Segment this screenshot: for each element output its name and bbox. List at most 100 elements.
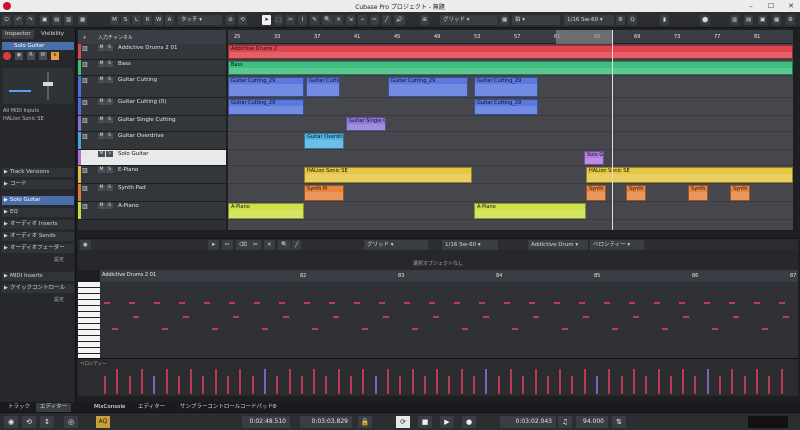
timewarp-tool-icon[interactable]: ⌁ (358, 15, 367, 25)
velocity-bar[interactable] (645, 376, 648, 394)
rightzone-toggle-icon[interactable]: ▦ (772, 15, 782, 25)
track-row[interactable]: ▥ M S Bass (78, 60, 226, 76)
midi-note[interactable] (504, 302, 510, 304)
automation-button[interactable]: A (165, 15, 174, 25)
mute-button[interactable]: M (98, 45, 105, 51)
midi-part[interactable]: Synth Pi (304, 185, 344, 201)
midi-note[interactable] (629, 302, 635, 304)
split-tool-icon[interactable]: ✂ (286, 15, 295, 25)
midi-part[interactable]: Synth Pi (586, 185, 606, 201)
midi-input-field[interactable]: All MIDI Inputs (3, 108, 73, 115)
draw-tool-icon[interactable]: ✏ (370, 15, 379, 25)
listen-state-button[interactable]: L (132, 15, 141, 25)
rack-icon[interactable]: ▦ (78, 15, 88, 25)
zoom-tool-icon[interactable]: 🔍 (322, 15, 333, 25)
midi-note[interactable] (512, 328, 518, 330)
edit-instrument-icon[interactable]: e (51, 52, 59, 60)
editor-ruler[interactable]: Addictive Drums 2 01 82838485868788 (100, 270, 798, 282)
right-locator[interactable]: 0:03:03.829 (300, 416, 352, 428)
tempo-display[interactable]: 94.000 (576, 416, 608, 428)
fader-handle[interactable] (43, 82, 53, 86)
section-instrument[interactable]: ▶ Solo Guitar (2, 196, 74, 205)
velocity-bar[interactable] (399, 376, 402, 394)
section-audio-inserts[interactable]: ▶ オーディオ Inserts (2, 220, 74, 229)
track-name[interactable]: Bass (118, 61, 131, 67)
playhead[interactable] (612, 30, 613, 230)
velocity-bar[interactable] (300, 376, 303, 394)
midi-part[interactable]: Guitar Cutting_29 (228, 77, 304, 97)
velocity-bar[interactable] (497, 376, 500, 394)
track-name[interactable]: E-Piano (118, 167, 138, 173)
metronome-icon[interactable]: ♫ (558, 416, 572, 428)
solo-button[interactable]: S (106, 61, 113, 67)
monitor-icon[interactable]: ◉ (15, 52, 23, 60)
velocity-bar[interactable] (706, 369, 709, 394)
line-tool-icon[interactable]: ╱ (292, 240, 302, 250)
quantize-apply-icon[interactable]: Q (628, 15, 637, 25)
midi-note[interactable] (529, 302, 535, 304)
velocity-bar[interactable] (386, 369, 389, 394)
redo-icon[interactable]: ↷ (26, 15, 35, 25)
velocity-bar[interactable] (251, 376, 254, 394)
velocity-bar[interactable] (460, 369, 463, 394)
output-field[interactable]: HALion Sonic SE (3, 116, 73, 123)
solo-button[interactable]: S (106, 133, 113, 139)
track-row[interactable]: ▥ M S Guitar Cutting (0) (78, 98, 226, 116)
track-row[interactable]: ▥ M S Addictive Drums 2 01 (78, 44, 226, 60)
read-icon[interactable]: R (27, 52, 35, 60)
velocity-bar[interactable] (473, 376, 475, 394)
velocity-bar[interactable] (509, 369, 512, 394)
editor-quantize-select[interactable]: 1/16 Sw-60 ▾ (442, 240, 498, 250)
velocity-bar[interactable] (755, 369, 758, 394)
tempo-track-icon[interactable]: ⇅ (612, 416, 626, 428)
track-row[interactable]: ▥ M S Guitar Cutting (78, 76, 226, 98)
midi-note[interactable] (354, 302, 360, 304)
midi-part[interactable]: Solo Guit (584, 151, 604, 165)
object-selection-tool-icon[interactable]: ➤ (262, 15, 271, 25)
track-name[interactable]: Addictive Drums 2 01 (118, 45, 177, 51)
velocity-bar[interactable] (583, 369, 586, 394)
midi-note[interactable] (662, 328, 668, 330)
volume-fader[interactable] (47, 72, 49, 100)
editor-instrument-select[interactable]: Addictive Drum ▾ (528, 240, 588, 250)
velocity-bar[interactable] (780, 369, 783, 394)
midi-part[interactable]: Guitar Cutting_29 (474, 99, 538, 115)
mute-tool-icon[interactable]: ✕ (334, 15, 343, 25)
midi-note[interactable] (754, 302, 760, 304)
velocity-bar[interactable] (190, 369, 193, 394)
mute-state-button[interactable]: M (110, 15, 119, 25)
editor-snap-select[interactable]: グリッド ▾ (364, 240, 428, 250)
velocity-bar[interactable] (596, 376, 598, 394)
velocity-bar[interactable] (448, 376, 451, 394)
velocity-bar[interactable] (325, 376, 328, 394)
grid-type-select[interactable]: 拍 ▾ (512, 15, 560, 25)
midi-part[interactable]: A-Piano (474, 203, 586, 219)
snap-on-icon[interactable]: ⊞ (420, 15, 429, 25)
section-audio-fader[interactable]: ▶ オーディオフェーダー (2, 244, 74, 253)
velocity-bar[interactable] (423, 376, 426, 394)
lower-zone-settings-icon[interactable]: ⚙ (268, 403, 281, 412)
track-row[interactable]: ▥ M S Synth Pad (78, 184, 226, 202)
velocity-bar[interactable] (682, 369, 685, 394)
midi-note[interactable] (154, 302, 160, 304)
lower-zone-icon[interactable]: ▤ (52, 15, 62, 25)
velocity-bar[interactable] (620, 376, 623, 394)
track-name[interactable]: Guitar Overdrive (118, 133, 164, 139)
erase-tool-icon[interactable]: ✎ (310, 15, 319, 25)
velocity-bar[interactable] (104, 376, 106, 394)
midi-note[interactable] (362, 328, 368, 330)
automation-mode-select[interactable]: タッチ ▾ (178, 15, 222, 25)
punch-icon[interactable]: ↕ (40, 416, 54, 428)
solo-state-button[interactable]: S (121, 15, 130, 25)
midi-note[interactable] (454, 302, 460, 304)
midi-note[interactable] (162, 328, 168, 330)
midi-part[interactable]: Guitar Cutting_29 (388, 77, 468, 97)
right-zone-icon[interactable]: ▥ (64, 15, 74, 25)
mute-button[interactable]: M (98, 151, 105, 157)
line-tool-icon[interactable]: ╱ (382, 15, 391, 25)
velocity-bar[interactable] (571, 376, 574, 394)
midi-note[interactable] (654, 302, 660, 304)
tab-editor[interactable]: エディター (36, 403, 72, 412)
midi-note[interactable] (554, 302, 560, 304)
read-automation-button[interactable]: R (143, 15, 152, 25)
